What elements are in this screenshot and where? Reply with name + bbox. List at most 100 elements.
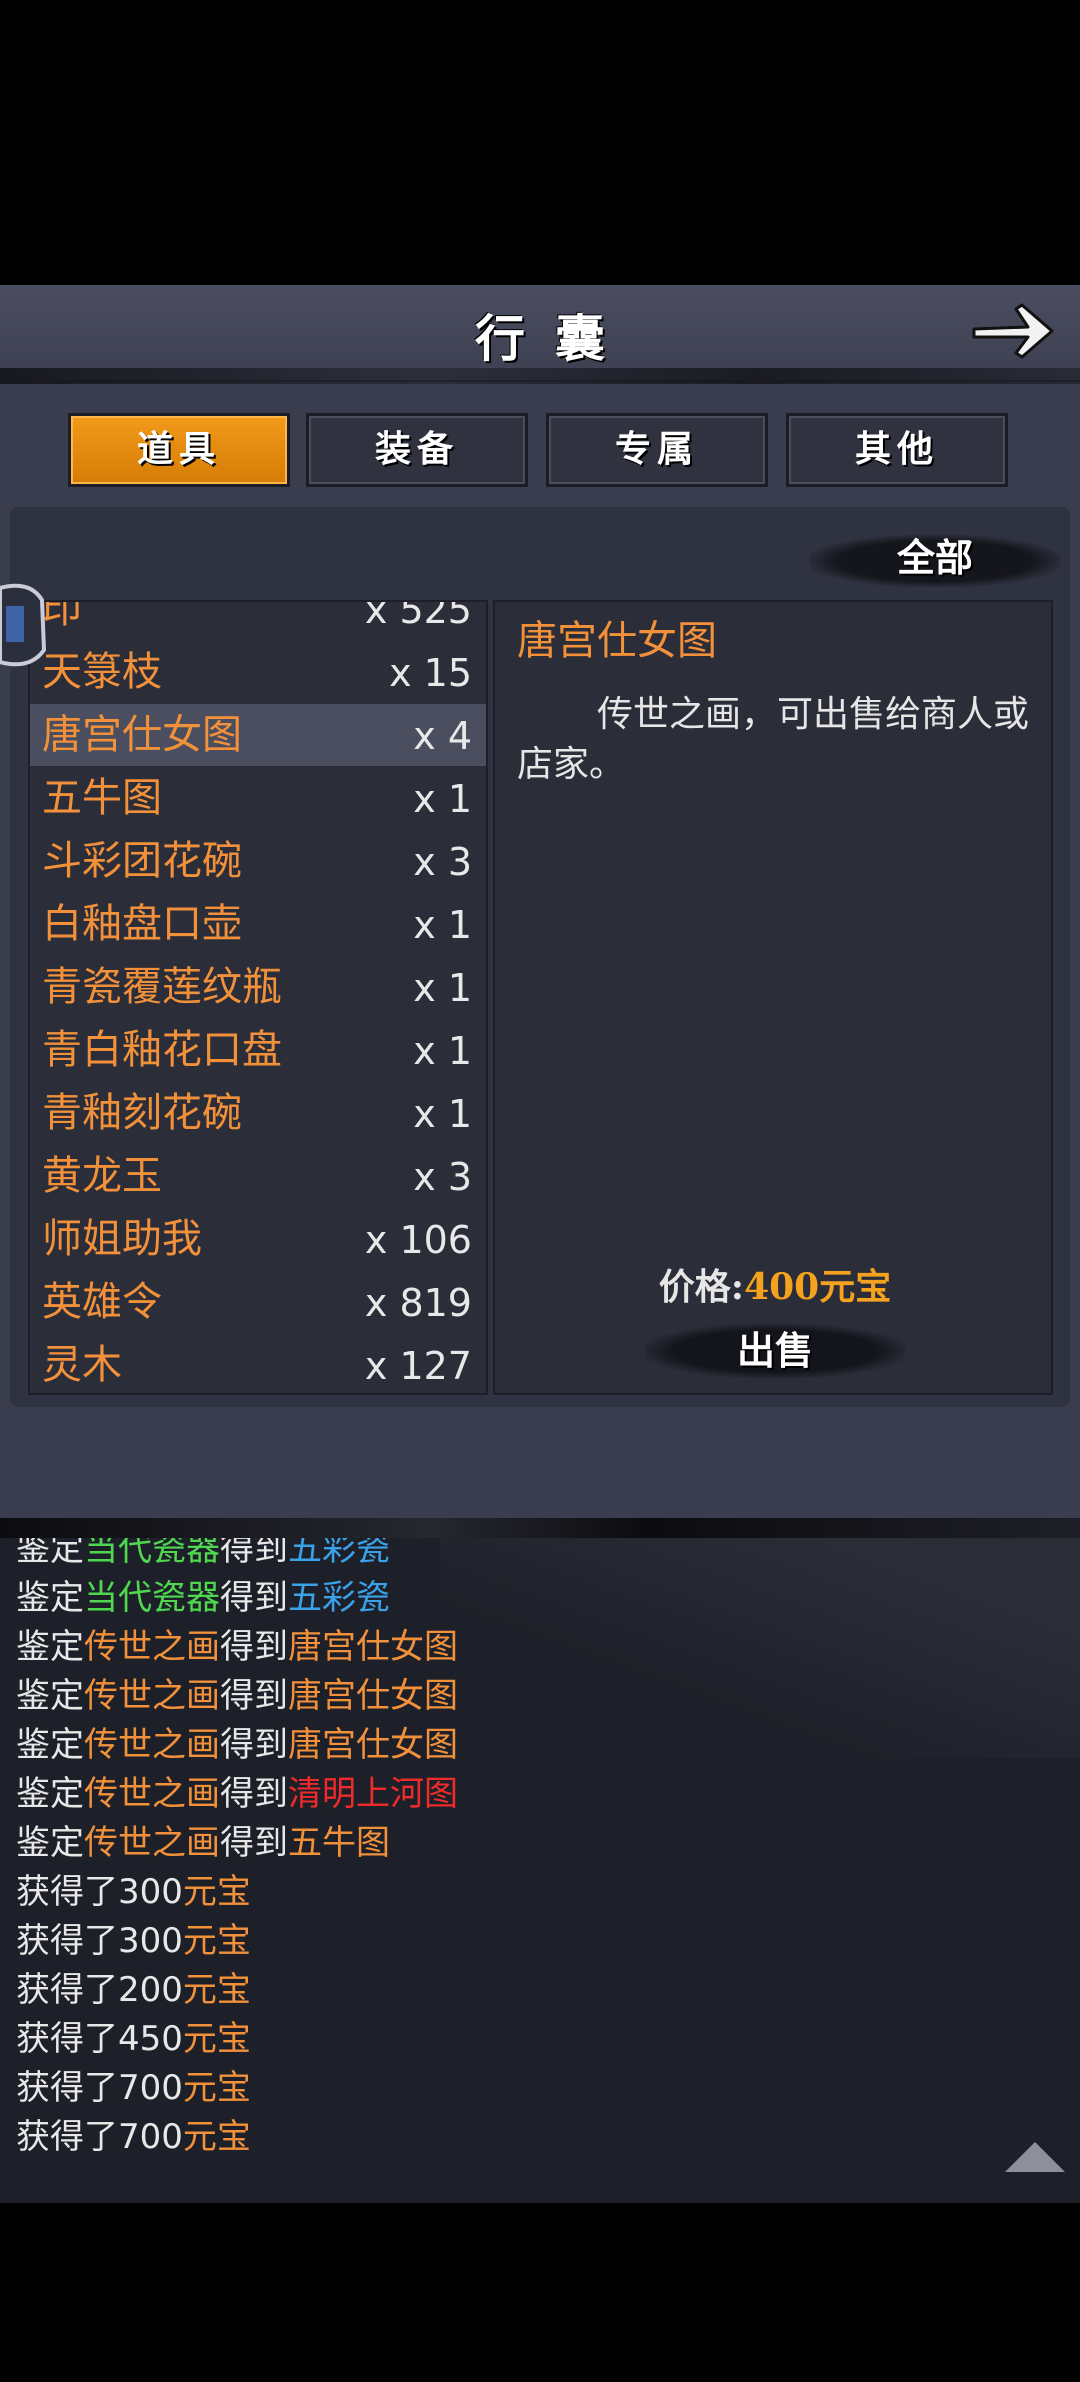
log-segment: 鉴定 [16,1725,84,1765]
item-quantity: x 3 [413,840,472,884]
item-quantity: x 819 [364,1281,472,1325]
log-line: 鉴定当代瓷器得到五彩瓷 [16,1575,390,1621]
scroll-ornament-icon [0,583,47,667]
tab-other[interactable]: 其他 [786,413,1008,487]
log-segment: 元宝 [182,2068,251,2108]
log-line: 获得了450元宝 [16,2016,251,2062]
item-quantity: x 1 [413,966,472,1010]
log-segment: 唐宫仕女图 [288,1627,458,1667]
item-name: 印 [42,600,82,632]
list-item[interactable]: 斗彩团花碗 x 3 [30,830,486,892]
log-segment: 清明上河图 [288,1774,458,1814]
list-item[interactable]: 英雄令 x 819 [30,1271,486,1333]
list-item[interactable]: 师姐助我 x 106 [30,1208,486,1270]
log-segment: 五彩瓷 [288,1538,390,1569]
list-item[interactable]: 黄龙玉 x 3 [30,1145,486,1207]
log-segment: 鉴定 [16,1676,84,1716]
log-segment: 五彩瓷 [288,1578,390,1618]
log-line: 获得了300元宝 [16,1918,251,1964]
list-item[interactable]: 印 x 525 [30,600,486,640]
screen: 行囊 道具 装备 专属 其他 全部 印 x 525 天箓枝 x 15 唐宫仕女图 x 4 五… [0,0,1080,2382]
log-segment: 得到 [220,1676,288,1716]
list-item[interactable]: 青釉刻花碗 x 1 [30,1082,486,1144]
item-name: 青釉刻花碗 [42,1090,242,1136]
log-segment: 获得了450 [16,2019,183,2059]
log-segment: 鉴定 [16,1774,84,1814]
log-segment: 鉴定 [16,1538,84,1569]
item-name: 天箓枝 [42,649,162,695]
price-line: 价格:400元宝 [495,1262,1055,1312]
log-segment: 鉴定 [16,1627,84,1667]
log-segment: 鉴定 [16,1578,84,1618]
item-quantity: x 3 [413,1155,472,1199]
log-segment: 传世之画 [84,1823,220,1863]
title-divider [0,368,1080,384]
log-line: 获得了300元宝 [16,1869,251,1915]
item-name: 青瓷覆莲纹瓶 [42,964,282,1010]
price-label: 价格: [658,1266,745,1308]
item-list[interactable]: 印 x 525 天箓枝 x 15 唐宫仕女图 x 4 五牛图 x 1 斗彩团花碗 x 3 白釉盘口壶… [28,600,488,1395]
log-segment: 获得了700 [16,2117,183,2157]
message-log[interactable]: 鉴定当代瓷器得到五彩瓷 鉴定当代瓷器得到五彩瓷 鉴定传世之画得到唐宫仕女图 鉴定传世之… [0,1538,1080,2203]
triangle-up-icon[interactable] [1003,2140,1067,2176]
list-item[interactable]: 青瓷覆莲纹瓶 x 1 [30,956,486,1018]
list-item[interactable]: 五牛图 x 1 [30,767,486,829]
sell-button[interactable]: 出售 [645,1322,905,1380]
tab-items[interactable]: 道具 [68,413,290,487]
log-line: 鉴定传世之画得到清明上河图 [16,1771,458,1817]
page-title: 行囊 [475,309,635,368]
log-line: 鉴定当代瓷器得到五彩瓷 [16,1538,390,1572]
item-name: 英雄令 [42,1279,162,1325]
log-segment: 元宝 [182,1921,251,1961]
log-segment: 传世之画 [84,1725,220,1765]
item-quantity: x 1 [413,903,472,947]
log-segment: 获得了300 [16,1872,183,1912]
log-line: 鉴定传世之画得到唐宫仕女图 [16,1624,458,1670]
log-segment: 唐宫仕女图 [288,1676,458,1716]
item-name: 斗彩团花碗 [42,838,242,884]
item-name: 唐宫仕女图 [42,712,242,758]
log-segment: 获得了700 [16,2068,183,2108]
background-roof [440,1538,1080,1758]
log-line: 鉴定传世之画得到唐宫仕女图 [16,1673,458,1719]
item-name: 五牛图 [42,775,162,821]
log-line: 获得了700元宝 [16,2065,251,2111]
log-segment: 元宝 [182,2117,251,2157]
log-segment: 传世之画 [84,1676,220,1716]
tab-equipment[interactable]: 装备 [306,413,528,487]
log-segment: 获得了200 [16,1970,183,2010]
log-line: 获得了200元宝 [16,1967,251,2013]
list-item[interactable]: 白釉盘口壶 x 1 [30,893,486,955]
log-segment: 得到 [220,1578,288,1618]
log-line: 获得了700元宝 [16,2114,251,2160]
item-quantity: x 1 [413,777,472,821]
log-segment: 得到 [220,1774,288,1814]
log-line: 鉴定传世之画得到五牛图 [16,1820,390,1866]
log-segment: 元宝 [182,1970,251,2010]
arrow-right-icon[interactable] [968,297,1058,367]
item-quantity: x 1 [413,1092,472,1136]
list-item[interactable]: 天箓枝 x 15 [30,641,486,703]
panel-divider [0,1518,1080,1538]
log-segment: 传世之画 [84,1627,220,1667]
log-segment: 元宝 [182,1872,251,1912]
log-segment: 得到 [220,1538,288,1569]
list-item[interactable]: 灵木 x 127 [30,1334,486,1393]
item-name: 白釉盘口壶 [42,901,242,947]
item-quantity: x 106 [364,1218,472,1262]
log-segment: 得到 [220,1627,288,1667]
price-value: 400元宝 [744,1266,892,1308]
item-name: 黄龙玉 [42,1153,162,1199]
log-segment: 当代瓷器 [84,1578,220,1618]
tab-exclusive[interactable]: 专属 [546,413,768,487]
list-item[interactable]: 唐宫仕女图 x 4 [30,704,486,766]
item-name: 灵木 [42,1342,122,1388]
log-segment: 获得了300 [16,1921,183,1961]
list-item[interactable]: 青白釉花口盘 x 1 [30,1019,486,1081]
log-segment: 唐宫仕女图 [288,1725,458,1765]
item-name: 青白釉花口盘 [42,1027,282,1073]
log-segment: 得到 [220,1725,288,1765]
filter-button[interactable]: 全部 [810,530,1060,586]
item-quantity: x 1 [413,1029,472,1073]
detail-description: 传世之画，可出售给商人或店家。 [517,694,1030,785]
